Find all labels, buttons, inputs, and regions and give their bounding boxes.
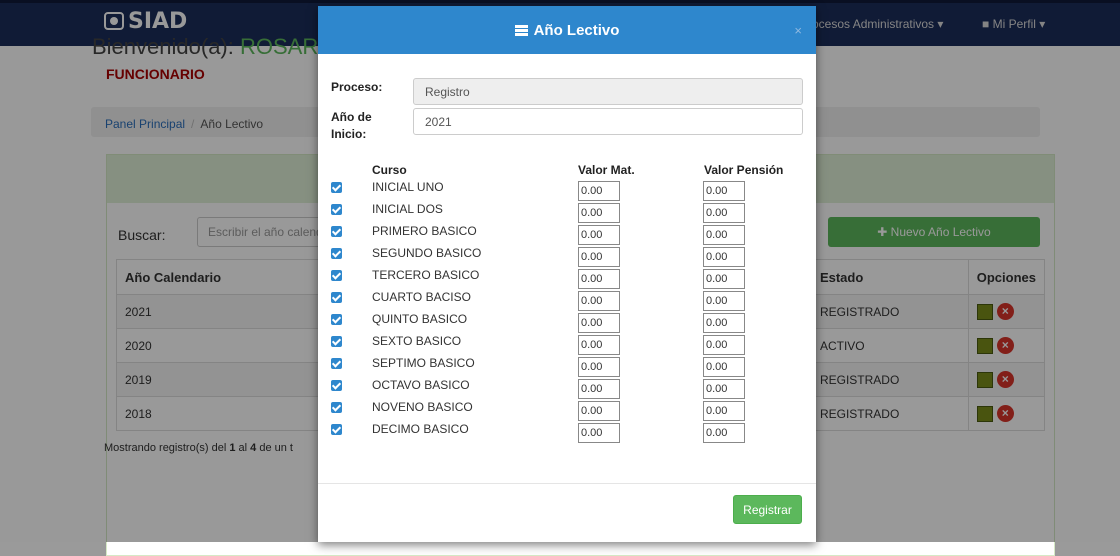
valor-mat-input[interactable]: 0.00 xyxy=(578,335,620,355)
valor-mat-input[interactable]: 0.00 xyxy=(578,247,620,267)
modal-header: Año Lectivo × xyxy=(318,6,816,54)
course-name: SEPTIMO BASICO xyxy=(372,356,475,370)
valor-pension-input[interactable]: 0.00 xyxy=(703,379,745,399)
list-icon xyxy=(514,25,528,36)
valor-mat-input[interactable]: 0.00 xyxy=(578,203,620,223)
course-checkbox[interactable] xyxy=(331,292,342,303)
proceso-label: Proceso: xyxy=(331,80,383,94)
valor-mat-input[interactable]: 0.00 xyxy=(578,181,620,201)
valor-mat-input[interactable]: 0.00 xyxy=(578,269,620,289)
valor-pension-input[interactable]: 0.00 xyxy=(703,335,745,355)
course-checkbox[interactable] xyxy=(331,270,342,281)
course-name: OCTAVO BASICO xyxy=(372,378,470,392)
valor-mat-input[interactable]: 0.00 xyxy=(578,225,620,245)
valor-pension-input[interactable]: 0.00 xyxy=(703,423,745,443)
col-valor-pension: Valor Pensión xyxy=(704,163,784,177)
course-checkbox[interactable] xyxy=(331,226,342,237)
year-modal: Año Lectivo × Proceso: Registro Año de I… xyxy=(318,6,816,542)
course-checkbox[interactable] xyxy=(331,336,342,347)
course-row: PRIMERO BASICO 0.00 0.00 xyxy=(331,224,781,246)
course-row: QUINTO BASICO 0.00 0.00 xyxy=(331,312,781,334)
valor-pension-input[interactable]: 0.00 xyxy=(703,313,745,333)
valor-pension-input[interactable]: 0.00 xyxy=(703,401,745,421)
course-name: SEGUNDO BASICO xyxy=(372,246,482,260)
modal-title: Año Lectivo xyxy=(533,22,620,39)
course-name: DECIMO BASICO xyxy=(372,422,469,436)
course-checkbox[interactable] xyxy=(331,402,342,413)
course-row: INICIAL UNO 0.00 0.00 xyxy=(331,180,781,202)
course-name: INICIAL DOS xyxy=(372,202,443,216)
valor-pension-input[interactable]: 0.00 xyxy=(703,357,745,377)
valor-pension-input[interactable]: 0.00 xyxy=(703,181,745,201)
valor-pension-input[interactable]: 0.00 xyxy=(703,225,745,245)
valor-pension-input[interactable]: 0.00 xyxy=(703,269,745,289)
valor-mat-input[interactable]: 0.00 xyxy=(578,313,620,333)
proceso-field[interactable]: Registro xyxy=(413,78,803,105)
close-button[interactable]: × xyxy=(794,6,802,56)
valor-pension-input[interactable]: 0.00 xyxy=(703,247,745,267)
course-row: SEXTO BASICO 0.00 0.00 xyxy=(331,334,781,356)
course-checkbox[interactable] xyxy=(331,182,342,193)
course-checkbox[interactable] xyxy=(331,248,342,259)
course-checkbox[interactable] xyxy=(331,314,342,325)
course-row: CUARTO BACISO 0.00 0.00 xyxy=(331,290,781,312)
valor-mat-input[interactable]: 0.00 xyxy=(578,291,620,311)
course-name: QUINTO BASICO xyxy=(372,312,468,326)
course-checkbox[interactable] xyxy=(331,204,342,215)
course-row: SEPTIMO BASICO 0.00 0.00 xyxy=(331,356,781,378)
course-name: NOVENO BASICO xyxy=(372,400,473,414)
course-row: SEGUNDO BASICO 0.00 0.00 xyxy=(331,246,781,268)
register-button[interactable]: Registrar xyxy=(733,495,802,524)
inicio-field[interactable]: 2021 xyxy=(413,108,803,135)
course-name: SEXTO BASICO xyxy=(372,334,462,348)
valor-mat-input[interactable]: 0.00 xyxy=(578,423,620,443)
course-name: CUARTO BACISO xyxy=(372,290,471,304)
col-curso: Curso xyxy=(372,163,407,177)
valor-mat-input[interactable]: 0.00 xyxy=(578,401,620,421)
course-row: NOVENO BASICO 0.00 0.00 xyxy=(331,400,781,422)
inicio-label: Año de Inicio: xyxy=(331,110,372,141)
course-name: INICIAL UNO xyxy=(372,180,444,194)
course-row: INICIAL DOS 0.00 0.00 xyxy=(331,202,781,224)
modal-divider xyxy=(318,483,816,484)
valor-mat-input[interactable]: 0.00 xyxy=(578,357,620,377)
course-checkbox[interactable] xyxy=(331,358,342,369)
course-checkbox[interactable] xyxy=(331,380,342,391)
valor-pension-input[interactable]: 0.00 xyxy=(703,203,745,223)
valor-mat-input[interactable]: 0.00 xyxy=(578,379,620,399)
col-valor-mat: Valor Mat. xyxy=(578,163,635,177)
valor-pension-input[interactable]: 0.00 xyxy=(703,291,745,311)
course-row: TERCERO BASICO 0.00 0.00 xyxy=(331,268,781,290)
course-name: TERCERO BASICO xyxy=(372,268,480,282)
course-row: OCTAVO BASICO 0.00 0.00 xyxy=(331,378,781,400)
course-checkbox[interactable] xyxy=(331,424,342,435)
course-name: PRIMERO BASICO xyxy=(372,224,477,238)
course-row: DECIMO BASICO 0.00 0.00 xyxy=(331,422,781,444)
